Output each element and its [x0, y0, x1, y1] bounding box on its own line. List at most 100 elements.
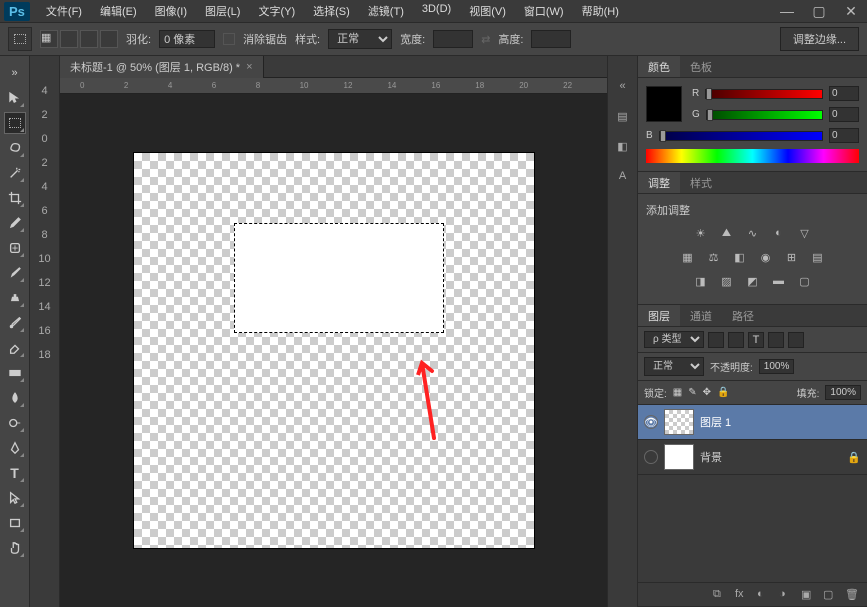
close-document-icon[interactable]: × [246, 61, 252, 73]
magic-wand-tool[interactable] [4, 162, 26, 184]
shape-tool[interactable] [4, 512, 26, 534]
g-slider[interactable] [706, 110, 823, 120]
lock-pos-icon[interactable]: ✥ [703, 387, 711, 398]
new-layer-icon[interactable]: ▢ [823, 588, 837, 602]
flyout-toggle-icon[interactable]: » [4, 62, 26, 84]
gradient-tool[interactable] [4, 362, 26, 384]
tab-styles[interactable]: 样式 [680, 172, 722, 193]
bw-icon[interactable]: ◧ [731, 248, 749, 266]
visibility-toggle-icon[interactable] [644, 450, 658, 464]
layer-thumbnail[interactable] [664, 409, 694, 435]
lasso-tool[interactable] [4, 137, 26, 159]
menu-text[interactable]: 文字(Y) [250, 0, 303, 22]
tab-paths[interactable]: 路径 [722, 305, 764, 326]
blur-tool[interactable] [4, 387, 26, 409]
group-icon[interactable]: ▣ [801, 588, 815, 602]
lock-pixel-icon[interactable]: ✎ [688, 387, 696, 398]
menu-help[interactable]: 帮助(H) [574, 0, 627, 22]
close-button[interactable]: ✕ [839, 2, 863, 20]
move-tool[interactable] [4, 87, 26, 109]
r-slider[interactable] [705, 89, 823, 99]
marquee-tool[interactable] [4, 112, 26, 134]
lock-trans-icon[interactable]: ▦ [673, 387, 682, 398]
menu-file[interactable]: 文件(F) [38, 0, 90, 22]
lock-all-icon[interactable]: 🔒 [717, 387, 729, 398]
eraser-tool[interactable] [4, 337, 26, 359]
eyedropper-tool[interactable] [4, 212, 26, 234]
channel-mixer-icon[interactable]: ⊞ [783, 248, 801, 266]
hue-icon[interactable]: ▦ [679, 248, 697, 266]
healing-brush-tool[interactable] [4, 237, 26, 259]
menu-layer[interactable]: 图层(L) [197, 0, 248, 22]
foreground-color-swatch[interactable] [646, 86, 682, 122]
layer-row[interactable]: 背景 🔒 [638, 440, 867, 475]
tab-adjustments[interactable]: 调整 [638, 172, 680, 193]
menu-filter[interactable]: 滤镜(T) [360, 0, 412, 22]
levels-icon[interactable]: ⛰ [718, 224, 736, 242]
color-lookup-icon[interactable]: ▤ [809, 248, 827, 266]
curves-icon[interactable]: ∿ [744, 224, 762, 242]
feather-input[interactable] [159, 30, 215, 48]
menu-view[interactable]: 视图(V) [461, 0, 514, 22]
b-input[interactable] [829, 128, 859, 143]
selective-color-icon[interactable]: ▢ [796, 272, 814, 290]
maximize-button[interactable]: ▢ [807, 2, 831, 20]
visibility-toggle-icon[interactable]: 👁 [644, 415, 658, 429]
link-layers-icon[interactable]: ⧉ [713, 588, 727, 602]
threshold-icon[interactable]: ◩ [744, 272, 762, 290]
gradient-map-icon[interactable]: ▬ [770, 272, 788, 290]
tab-channels[interactable]: 通道 [680, 305, 722, 326]
tab-layers[interactable]: 图层 [638, 305, 680, 326]
canvas-viewport[interactable] [60, 94, 607, 607]
new-selection-icon[interactable]: ▦ [40, 30, 58, 48]
filter-type-icon[interactable]: T [748, 332, 764, 348]
filter-smart-icon[interactable] [788, 332, 804, 348]
exposure-icon[interactable]: ◐ [770, 224, 788, 242]
b-slider[interactable] [659, 131, 823, 141]
document-canvas[interactable] [134, 153, 534, 548]
refine-edge-button[interactable]: 调整边缘... [780, 27, 859, 51]
photo-filter-icon[interactable]: ◉ [757, 248, 775, 266]
add-selection-icon[interactable] [60, 30, 78, 48]
brightness-icon[interactable]: ☀ [692, 224, 710, 242]
color-ramp[interactable] [646, 149, 859, 163]
layer-fx-icon[interactable]: fx [735, 588, 749, 602]
dodge-tool[interactable] [4, 412, 26, 434]
invert-icon[interactable]: ◨ [692, 272, 710, 290]
type-tool[interactable]: T [4, 462, 26, 484]
delete-layer-icon[interactable]: 🗑 [845, 588, 859, 602]
layer-row[interactable]: 👁 图层 1 [638, 405, 867, 440]
filter-kind-select[interactable]: ρ 类型 [644, 331, 704, 348]
layer-name[interactable]: 图层 1 [700, 414, 731, 430]
minimize-button[interactable]: — [775, 2, 799, 20]
balance-icon[interactable]: ⚖ [705, 248, 723, 266]
layer-mask-icon[interactable]: ◐ [757, 588, 771, 602]
tab-swatches[interactable]: 色板 [680, 56, 722, 77]
filter-adjust-icon[interactable] [728, 332, 744, 348]
properties-panel-icon[interactable]: ◧ [613, 136, 633, 156]
menu-image[interactable]: 图像(I) [147, 0, 195, 22]
menu-window[interactable]: 窗口(W) [516, 0, 572, 22]
path-select-tool[interactable] [4, 487, 26, 509]
document-tab[interactable]: 未标题-1 @ 50% (图层 1, RGB/8) * × [60, 56, 264, 78]
adjustment-layer-icon[interactable]: ◑ [779, 588, 793, 602]
intersect-selection-icon[interactable] [100, 30, 118, 48]
layer-thumbnail[interactable] [664, 444, 694, 470]
menu-select[interactable]: 选择(S) [305, 0, 358, 22]
layer-name[interactable]: 背景 [700, 449, 722, 465]
r-input[interactable] [829, 86, 859, 101]
posterize-icon[interactable]: ▨ [718, 272, 736, 290]
menu-3d[interactable]: 3D(D) [414, 0, 459, 22]
opacity-value[interactable]: 100% [759, 359, 795, 374]
filter-shape-icon[interactable] [768, 332, 784, 348]
clone-stamp-tool[interactable] [4, 287, 26, 309]
fill-value[interactable]: 100% [825, 385, 861, 400]
char-panel-icon[interactable]: A [613, 166, 633, 186]
brush-tool[interactable] [4, 262, 26, 284]
style-select[interactable]: 正常 [328, 29, 392, 49]
collapse-toggle-icon[interactable]: « [613, 76, 633, 96]
subtract-selection-icon[interactable] [80, 30, 98, 48]
crop-tool[interactable] [4, 187, 26, 209]
menu-edit[interactable]: 编辑(E) [92, 0, 145, 22]
history-brush-tool[interactable] [4, 312, 26, 334]
